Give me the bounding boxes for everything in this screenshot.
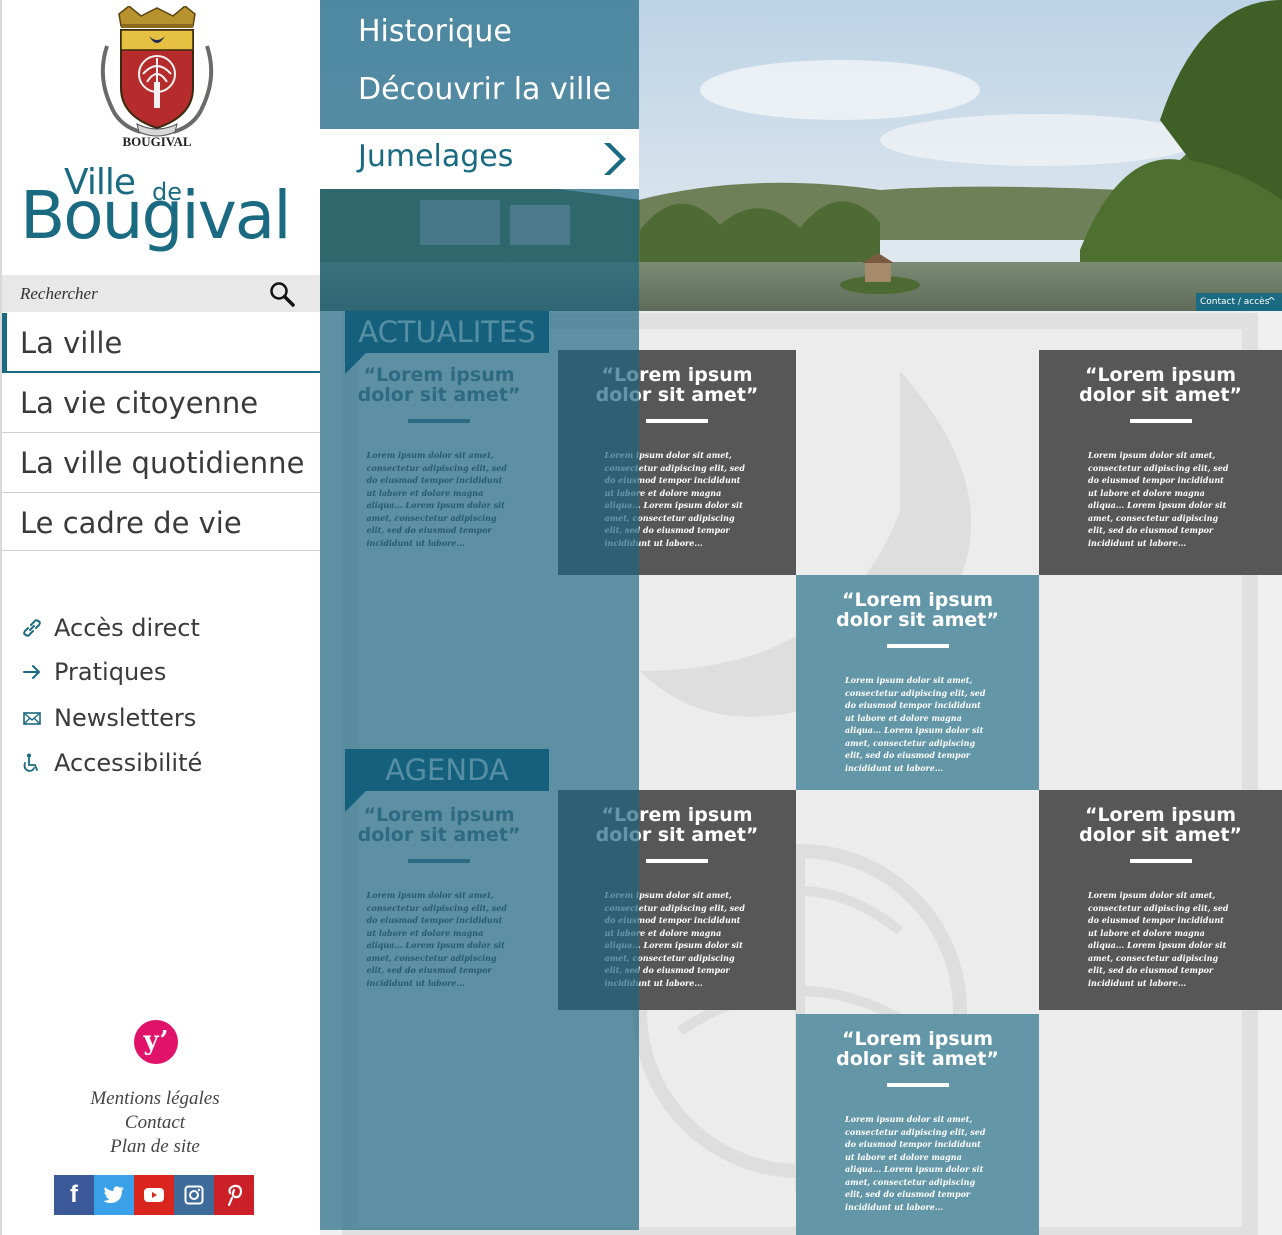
card-text: Lorem ipsum dolor sit amet, consectetur … bbox=[366, 890, 507, 988]
news-card[interactable]: “Lorem ipsum dolor sit amet” Lorem ipsum… bbox=[796, 575, 1039, 790]
submenu-item-historique[interactable]: Historique bbox=[358, 14, 512, 49]
news-card[interactable]: “Lorem ipsum dolor sit amet” Lorem ipsum… bbox=[1039, 350, 1282, 575]
submenu-item-label: Jumelages bbox=[358, 139, 514, 174]
news-card[interactable]: “Lorem ipsum dolor sit amet” Lorem ipsum… bbox=[320, 350, 558, 575]
pinterest-button[interactable] bbox=[214, 1175, 254, 1215]
agenda-card[interactable]: “Lorem ipsum dolor sit amet” Lorem ipsum… bbox=[796, 1014, 1039, 1235]
card-text: Lorem ipsum dolor sit amet, consectetur … bbox=[604, 450, 745, 548]
youtube-icon bbox=[144, 1188, 164, 1202]
card-divider bbox=[408, 859, 470, 863]
card-divider bbox=[646, 859, 708, 863]
instagram-icon bbox=[184, 1185, 204, 1205]
card-divider bbox=[646, 419, 708, 423]
card-text: Lorem ipsum dolor sit amet, consectetur … bbox=[845, 675, 986, 773]
instagram-button[interactable] bbox=[174, 1175, 214, 1215]
news-card[interactable]: “Lorem ipsum dolor sit amet” Lorem ipsum… bbox=[558, 350, 796, 575]
card-title: “Lorem ipsum dolor sit amet” bbox=[1079, 364, 1242, 406]
arrow-right-icon bbox=[20, 660, 44, 684]
card-divider bbox=[408, 419, 470, 423]
footer-link-contact[interactable]: Contact bbox=[2, 1112, 308, 1134]
quick-link-accessibilite[interactable]: Accessibilité bbox=[20, 747, 202, 779]
bougival-crest-logo[interactable]: BOUGIVAL bbox=[97, 6, 217, 150]
card-text: Lorem ipsum dolor sit amet, consectetur … bbox=[604, 890, 745, 988]
twitter-icon bbox=[103, 1186, 124, 1204]
sidebar: BOUGIVAL Ville de Bougival La ville La v… bbox=[0, 0, 322, 1235]
contact-tab-label: Contact / accès bbox=[1200, 297, 1270, 307]
card-divider bbox=[886, 1083, 949, 1087]
submenu-item-decouvrir-la-ville[interactable]: Découvrir la ville bbox=[358, 72, 611, 107]
section-tag-actualites[interactable]: ACTUALITES bbox=[345, 311, 549, 353]
menu-item-la-ville[interactable]: La ville bbox=[2, 313, 322, 373]
card-text: Lorem ipsum dolor sit amet, consectetur … bbox=[1088, 890, 1229, 988]
search-icon[interactable] bbox=[268, 280, 296, 308]
envelope-icon bbox=[20, 706, 44, 730]
pinterest-icon bbox=[227, 1184, 243, 1206]
card-title: “Lorem ipsum dolor sit amet” bbox=[595, 364, 759, 406]
quick-link-label: Newsletters bbox=[54, 704, 197, 732]
card-text: Lorem ipsum dolor sit amet, consectetur … bbox=[845, 1114, 986, 1212]
link-icon bbox=[20, 616, 44, 640]
menu-item-la-ville-quotidienne[interactable]: La ville quotidienne bbox=[2, 433, 322, 493]
card-title: “Lorem ipsum dolor sit amet” bbox=[1079, 804, 1242, 846]
main-content: “Lorem ipsum dolor sit amet” Lorem ipsum… bbox=[320, 311, 1282, 1235]
contact-acces-tab[interactable]: Contact / accès ^ bbox=[1196, 293, 1282, 311]
facebook-button[interactable]: f bbox=[54, 1175, 94, 1215]
youtube-button[interactable] bbox=[134, 1175, 174, 1215]
yvelines-logo[interactable]: y’ bbox=[134, 1020, 178, 1064]
submenu-item-jumelages[interactable]: Jumelages bbox=[320, 129, 639, 189]
card-divider bbox=[886, 644, 949, 648]
card-title: “Lorem ipsum dolor sit amet” bbox=[836, 1028, 999, 1070]
quick-link-label: Pratiques bbox=[54, 658, 167, 686]
crest-caption: BOUGIVAL bbox=[122, 134, 191, 149]
menu-item-la-vie-citoyenne[interactable]: La vie citoyenne bbox=[2, 373, 322, 433]
footer-link-mentions-legales[interactable]: Mentions légales bbox=[2, 1088, 308, 1110]
card-text: Lorem ipsum dolor sit amet, consectetur … bbox=[1088, 450, 1229, 548]
menu-item-le-cadre-de-vie[interactable]: Le cadre de vie bbox=[2, 495, 322, 551]
chevron-right-icon bbox=[604, 143, 626, 175]
tag-fold bbox=[345, 353, 366, 374]
quick-link-newsletters[interactable]: Newsletters bbox=[20, 702, 196, 734]
card-divider bbox=[1129, 419, 1192, 423]
card-title: “Lorem ipsum dolor sit amet” bbox=[595, 804, 759, 846]
tag-fold bbox=[345, 791, 366, 812]
card-text: Lorem ipsum dolor sit amet, consectetur … bbox=[366, 450, 507, 548]
card-title: “Lorem ipsum dolor sit amet” bbox=[836, 589, 999, 631]
quick-link-pratiques[interactable]: Pratiques bbox=[20, 656, 166, 688]
agenda-card[interactable]: “Lorem ipsum dolor sit amet” Lorem ipsum… bbox=[1039, 790, 1282, 1010]
wheelchair-icon bbox=[20, 751, 44, 775]
submenu: Historique Découvrir la ville Jumelages bbox=[320, 0, 639, 189]
quick-link-label: Accès direct bbox=[54, 614, 200, 642]
facebook-icon: f bbox=[70, 1181, 78, 1208]
quick-link-acces-direct[interactable]: Accès direct bbox=[20, 612, 200, 644]
agenda-card[interactable]: “Lorem ipsum dolor sit amet” Lorem ipsum… bbox=[320, 790, 558, 1010]
section-tag-agenda[interactable]: AGENDA bbox=[345, 749, 549, 791]
footer-link-plan-de-site[interactable]: Plan de site bbox=[2, 1136, 308, 1158]
agenda-card[interactable]: “Lorem ipsum dolor sit amet” Lorem ipsum… bbox=[558, 790, 796, 1010]
chevron-up-icon: ^ bbox=[1266, 295, 1276, 308]
search-input[interactable] bbox=[20, 283, 250, 305]
logo-bougival-text[interactable]: Bougival bbox=[20, 178, 292, 254]
card-divider bbox=[1129, 859, 1192, 863]
quick-link-label: Accessibilité bbox=[54, 749, 203, 777]
twitter-button[interactable] bbox=[94, 1175, 134, 1215]
